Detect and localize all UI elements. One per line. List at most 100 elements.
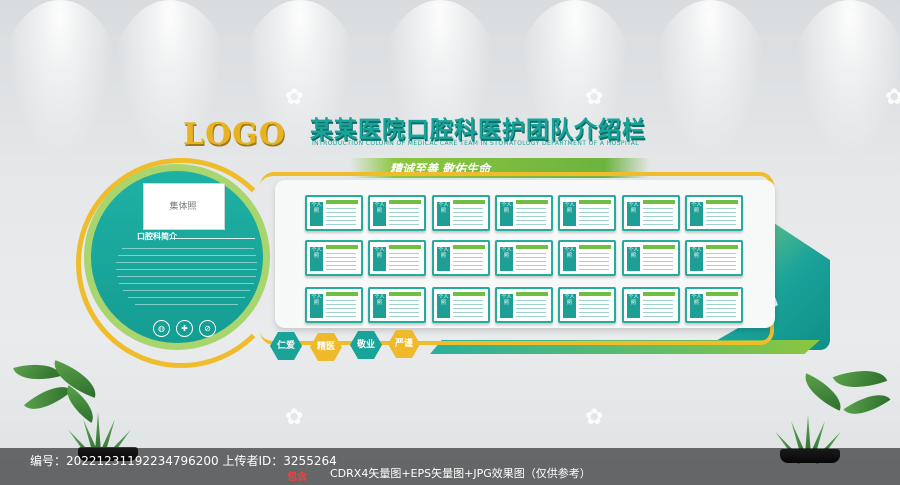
member-photo-placeholder: 个人照 [500, 294, 513, 318]
member-text-line [516, 261, 546, 262]
team-member-card: 个人照 [558, 195, 616, 231]
team-member-card: 个人照 [685, 287, 743, 323]
member-text-line [389, 316, 419, 317]
member-text-line [579, 261, 609, 262]
member-text-line [326, 300, 356, 301]
watermark-leaf-icon: ✿ [285, 405, 304, 430]
member-text-line [389, 224, 419, 225]
member-text-line [389, 216, 419, 217]
footer-includes-label: 包含 [287, 472, 307, 483]
member-text-line [453, 220, 483, 221]
member-text-line [516, 212, 546, 213]
team-member-card: 个人照 [495, 240, 553, 276]
team-member-card: 个人照 [305, 287, 363, 323]
member-photo-placeholder: 个人照 [627, 294, 640, 318]
member-text-line [643, 253, 673, 254]
member-text-line [643, 212, 673, 213]
member-text-line [706, 316, 736, 317]
member-text-line [453, 304, 483, 305]
member-text-line [453, 265, 483, 266]
footer-id-text: 编号：20221231192234796200 上传者ID：3255264 [30, 454, 337, 468]
member-text-line [516, 208, 546, 209]
member-photo-placeholder: 个人照 [310, 202, 323, 226]
member-text-line [326, 316, 356, 317]
member-text-line [326, 269, 356, 270]
member-text-line [643, 224, 673, 225]
member-text-line [706, 308, 736, 309]
team-member-card: 个人照 [622, 195, 680, 231]
team-member-card: 个人照 [368, 287, 426, 323]
member-name-bar [326, 292, 358, 296]
member-text-line [389, 269, 419, 270]
member-text-line [326, 257, 356, 258]
member-text-line [516, 216, 546, 217]
member-photo-placeholder: 个人照 [690, 247, 703, 271]
team-member-card: 个人照 [622, 287, 680, 323]
page-title: 某某医院口腔科医护团队介绍栏 [310, 117, 646, 143]
logo: LOGO [183, 117, 286, 152]
member-text-line [643, 265, 673, 266]
member-text-line [326, 308, 356, 309]
member-text-line [706, 216, 736, 217]
intro-title: 口腔科简介 [137, 232, 177, 241]
member-text-line [389, 253, 419, 254]
member-text-line [643, 261, 673, 262]
member-text-line [643, 316, 673, 317]
member-name-bar [453, 245, 485, 249]
member-text-line [579, 257, 609, 258]
team-member-card: 个人照 [558, 240, 616, 276]
member-text-line [579, 312, 609, 313]
member-photo-placeholder: 个人照 [563, 294, 576, 318]
member-text-line [516, 312, 546, 313]
member-text-line [389, 220, 419, 221]
member-name-bar [706, 245, 738, 249]
team-member-card: 个人照 [432, 195, 490, 231]
member-photo-placeholder: 个人照 [500, 202, 513, 226]
member-text-line [706, 304, 736, 305]
member-name-bar [326, 245, 358, 249]
member-text-line [516, 316, 546, 317]
member-text-line [643, 308, 673, 309]
member-text-line [579, 208, 609, 209]
team-member-card: 个人照 [685, 240, 743, 276]
member-text-line [579, 304, 609, 305]
member-text-line [516, 300, 546, 301]
member-text-line [579, 253, 609, 254]
member-name-bar [389, 245, 421, 249]
member-text-line [326, 253, 356, 254]
member-photo-placeholder: 个人照 [563, 202, 576, 226]
member-text-line [453, 212, 483, 213]
team-member-card: 个人照 [305, 195, 363, 231]
member-name-bar [516, 200, 548, 204]
member-text-line [516, 220, 546, 221]
member-photo-placeholder: 个人照 [437, 247, 450, 271]
member-text-line [706, 261, 736, 262]
member-text-line [643, 220, 673, 221]
member-text-line [389, 265, 419, 266]
member-text-line [326, 220, 356, 221]
member-name-bar [516, 245, 548, 249]
member-text-line [516, 257, 546, 258]
member-photo-placeholder: 个人照 [563, 247, 576, 271]
member-text-line [706, 265, 736, 266]
member-text-line [643, 257, 673, 258]
member-name-bar [389, 200, 421, 204]
member-text-line [643, 269, 673, 270]
member-photo-placeholder: 个人照 [373, 247, 386, 271]
medical-icon: ✚ [176, 320, 193, 337]
no-smoking-icon: ⊘ [199, 320, 216, 337]
member-text-line [453, 261, 483, 262]
member-text-line [643, 304, 673, 305]
team-member-card: 个人照 [432, 287, 490, 323]
team-member-card: 个人照 [368, 195, 426, 231]
member-text-line [389, 308, 419, 309]
team-member-card: 个人照 [495, 287, 553, 323]
member-text-line [389, 257, 419, 258]
member-text-line [516, 308, 546, 309]
member-text-line [516, 304, 546, 305]
member-text-line [706, 224, 736, 225]
member-text-line [516, 253, 546, 254]
member-text-line [389, 312, 419, 313]
member-text-line [579, 269, 609, 270]
member-text-line [643, 208, 673, 209]
